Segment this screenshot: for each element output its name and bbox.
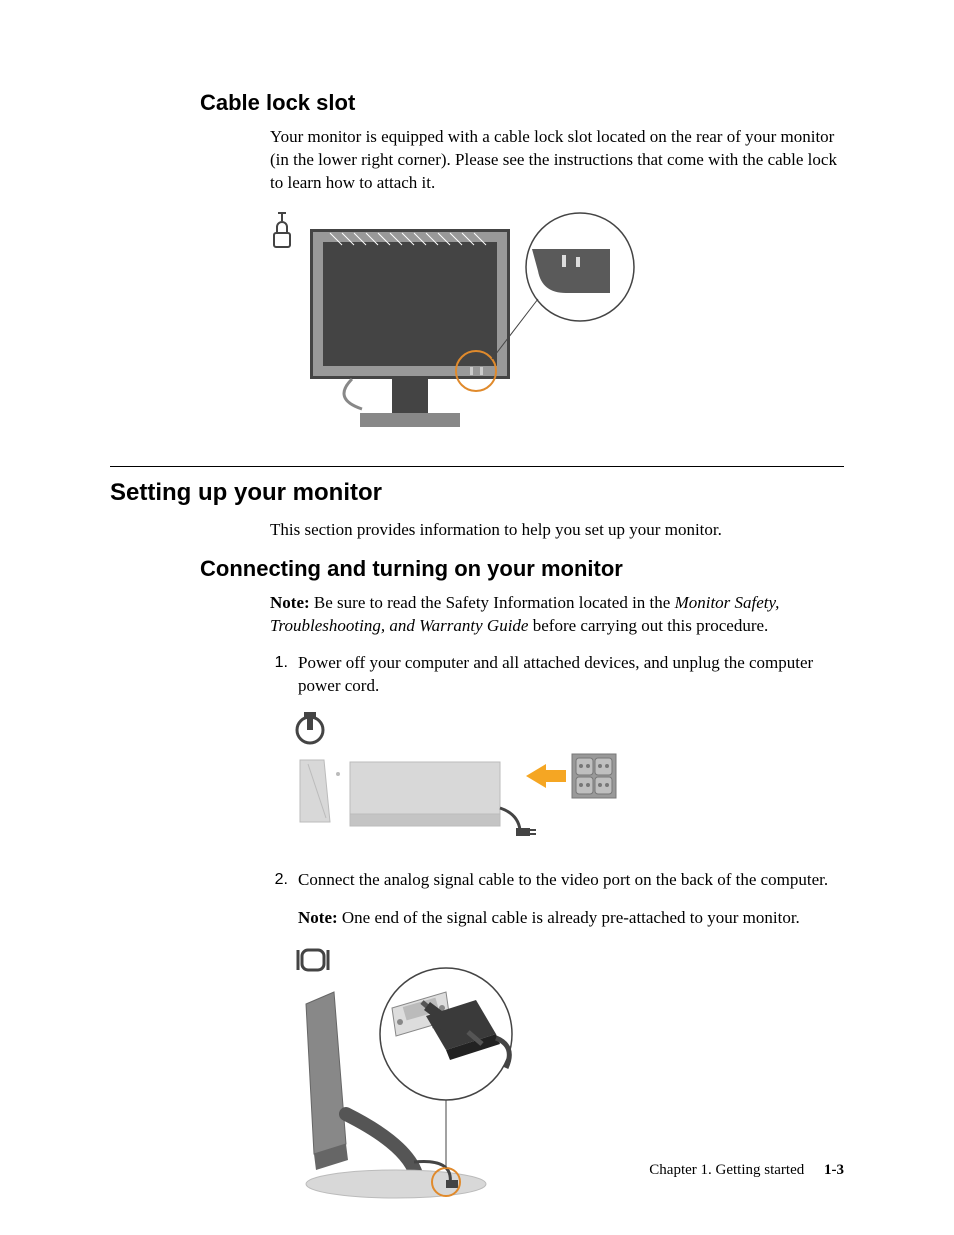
paragraph-cable-lock: Your monitor is equipped with a cable lo… [270,126,844,195]
footer-chapter: Chapter 1. Getting started [649,1162,804,1178]
step-2-text: Connect the analog signal cable to the v… [298,869,828,892]
heading-setting-up: Setting up your monitor [110,479,844,507]
step-1: 1. Power off your computer and all attac… [270,652,844,698]
note-label: Note: [270,593,310,612]
step-1-number: 1. [270,652,288,698]
step-2-note-text: One end of the signal cable is already p… [338,908,800,927]
figure-power-off [110,712,844,847]
step-2-number: 2. [270,869,288,892]
step-1-text: Power off your computer and all attached… [298,652,844,698]
step-2-note: Note: One end of the signal cable is alr… [110,907,844,930]
note-connecting: Note: Be sure to read the Safety Informa… [270,592,844,638]
step-2-note-label: Note: [298,908,338,927]
note-text-2: before carrying out this procedure. [528,616,768,635]
step-2: 2. Connect the analog signal cable to th… [270,869,844,892]
footer-page-number: 1-3 [808,1162,844,1178]
section-divider [110,466,844,467]
note-text-1: Be sure to read the Safety Information l… [310,593,675,612]
page-footer: Chapter 1. Getting started 1-3 [649,1162,844,1179]
paragraph-setting-up-intro: This section provides information to hel… [270,519,844,542]
heading-cable-lock-slot: Cable lock slot [110,90,844,116]
heading-connecting: Connecting and turning on your monitor [110,556,844,582]
figure-cable-lock-slot [110,209,844,444]
